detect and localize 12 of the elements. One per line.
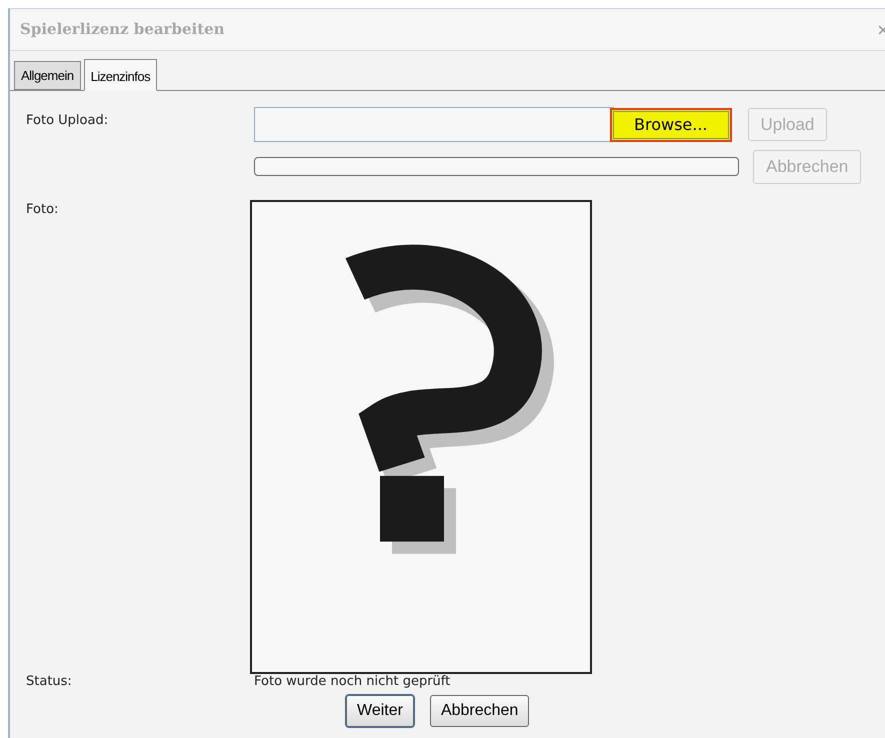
tab[interactable]: Allgemein (14, 60, 81, 90)
status-text: Foto wurde noch nicht geprüft (254, 672, 450, 690)
file-path-field[interactable] (254, 107, 614, 142)
window-title: Spielerlizenz bearbeiten (20, 19, 225, 40)
field-label: Foto: (26, 200, 60, 218)
dialog-button[interactable]: Abbrechen (430, 695, 530, 727)
tab[interactable]: Lizenzinfos (84, 58, 158, 91)
field-label: Status: (26, 672, 73, 690)
browse-button[interactable]: Browse... (610, 108, 732, 142)
field-label: Foto Upload: (26, 112, 110, 130)
close-icon[interactable] (879, 24, 885, 36)
dialog-button[interactable]: Weiter (346, 695, 414, 727)
